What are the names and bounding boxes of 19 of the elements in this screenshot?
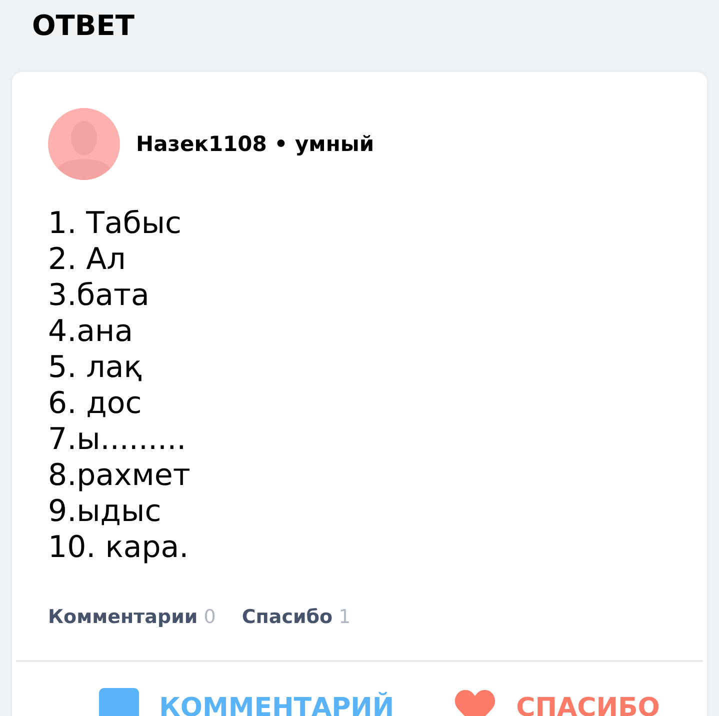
stat-label: Комментарии 0 [48, 606, 216, 628]
author-name[interactable]: Назек1108 • умный [136, 132, 374, 156]
heart-icon [454, 689, 496, 716]
comment-icon [99, 688, 140, 716]
thanks-button[interactable]: СПАСИБО [454, 688, 660, 716]
answer-line: 7.ы......... [48, 422, 188, 458]
answer-line: 2. Ал [48, 242, 127, 278]
comment-button[interactable]: КОММЕНТАРИЙ [99, 688, 394, 716]
answer-line: 3.бата [48, 278, 150, 314]
answer-line: 4.ана [48, 314, 134, 350]
stat-label: Спасибо 1 [242, 606, 351, 628]
avatar-icon [48, 108, 120, 180]
answer-line: 8.рахмет [48, 458, 192, 494]
answer-line: 6. дос [48, 386, 143, 422]
answer-line: 9.ыдыс [48, 494, 162, 530]
answer-line: 5. лақ [48, 350, 143, 386]
answer-heading: ОТВЕТ [32, 8, 136, 44]
answer-line: 1. Табыс [48, 206, 183, 242]
answer-line: 10. кара. [48, 530, 190, 566]
